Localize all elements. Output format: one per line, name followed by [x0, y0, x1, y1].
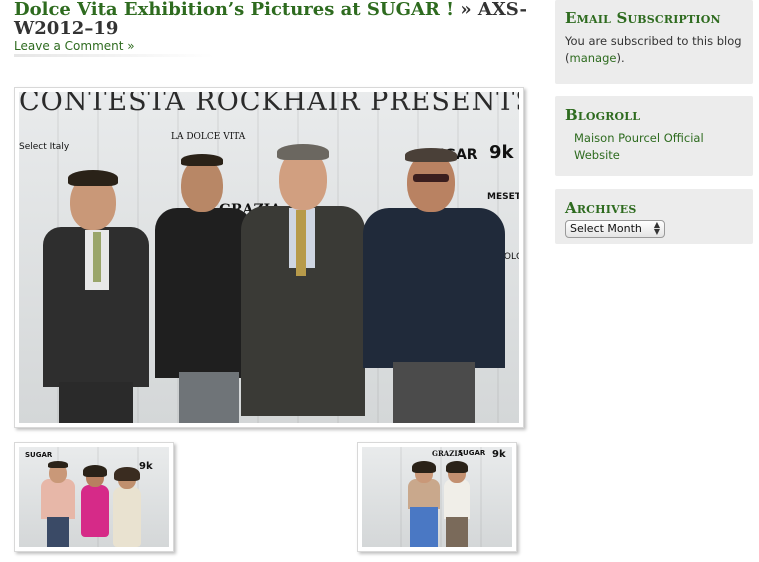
- blogroll-item-maison-pourcel[interactable]: Maison Pourcel Official Website: [574, 131, 704, 162]
- email-subscription-title: Email Subscription: [565, 9, 721, 27]
- archives-title: Archives: [565, 199, 637, 217]
- archives-select-value: Select Month: [570, 222, 642, 235]
- person-4: [363, 148, 509, 423]
- leave-comment-link[interactable]: Leave a Comment »: [14, 39, 135, 53]
- blogroll-widget: Blogroll Maison Pourcel Official Website: [555, 96, 753, 176]
- thumbnail-photo-1[interactable]: 9k SUGAR: [14, 442, 174, 552]
- email-subscription-widget: Email Subscription You are subscribed to…: [555, 0, 753, 84]
- thumb1-person-2: [77, 465, 113, 547]
- manage-paren-close: ).: [616, 51, 625, 65]
- blogroll-title: Blogroll: [565, 106, 641, 124]
- select-arrows-icon: ▲ ▼: [653, 220, 660, 236]
- select-italy-logo: Select Italy: [19, 142, 70, 152]
- thumb2-sugar-logo: SUGAR: [458, 449, 486, 457]
- thumbnail-1-image[interactable]: 9k SUGAR: [19, 447, 169, 547]
- thumb2-nine-k-logo: 9k: [492, 449, 506, 460]
- thumb1-person-1: [39, 461, 79, 547]
- main-photo[interactable]: CONTESTA ROCKHAIR PRESENTS GRAZIA SUGAR …: [19, 92, 519, 423]
- thumb1-sugar-logo: SUGAR: [25, 451, 53, 459]
- post-title-link[interactable]: Dolce Vita Exhibition’s Pictures at SUGA…: [14, 0, 454, 20]
- thumbnail-2-image[interactable]: GRAZIA SUGAR 9k: [362, 447, 512, 547]
- thumbnail-photo-2[interactable]: GRAZIA SUGAR 9k: [357, 442, 517, 552]
- manage-link[interactable]: manage: [570, 51, 617, 65]
- person-3: [241, 144, 369, 423]
- main-photo-frame[interactable]: CONTESTA ROCKHAIR PRESENTS GRAZIA SUGAR …: [14, 87, 524, 428]
- thumb2-person-1: [404, 461, 444, 547]
- title-separator: »: [460, 0, 472, 20]
- subscribed-text: You are subscribed to this blog: [565, 34, 742, 48]
- archives-month-select[interactable]: Select Month ▲ ▼: [565, 220, 665, 238]
- person-1: [37, 170, 157, 423]
- post-title: Dolce Vita Exhibition’s Pictures at SUGA…: [14, 0, 534, 38]
- thumb1-person-3: [109, 467, 145, 547]
- person-2: [155, 152, 255, 423]
- title-divider: [14, 54, 214, 57]
- email-subscription-text: You are subscribed to this blog (manage)…: [565, 33, 743, 67]
- blogroll-list: Maison Pourcel Official Website: [565, 130, 724, 164]
- backdrop-headline: CONTESTA ROCKHAIR PRESENTS: [19, 92, 519, 117]
- la-dolce-vita-logo: LA DOLCE VITA: [171, 132, 246, 142]
- thumb2-person-2: [440, 461, 474, 547]
- archives-widget: Archives Select Month ▲ ▼: [555, 189, 753, 244]
